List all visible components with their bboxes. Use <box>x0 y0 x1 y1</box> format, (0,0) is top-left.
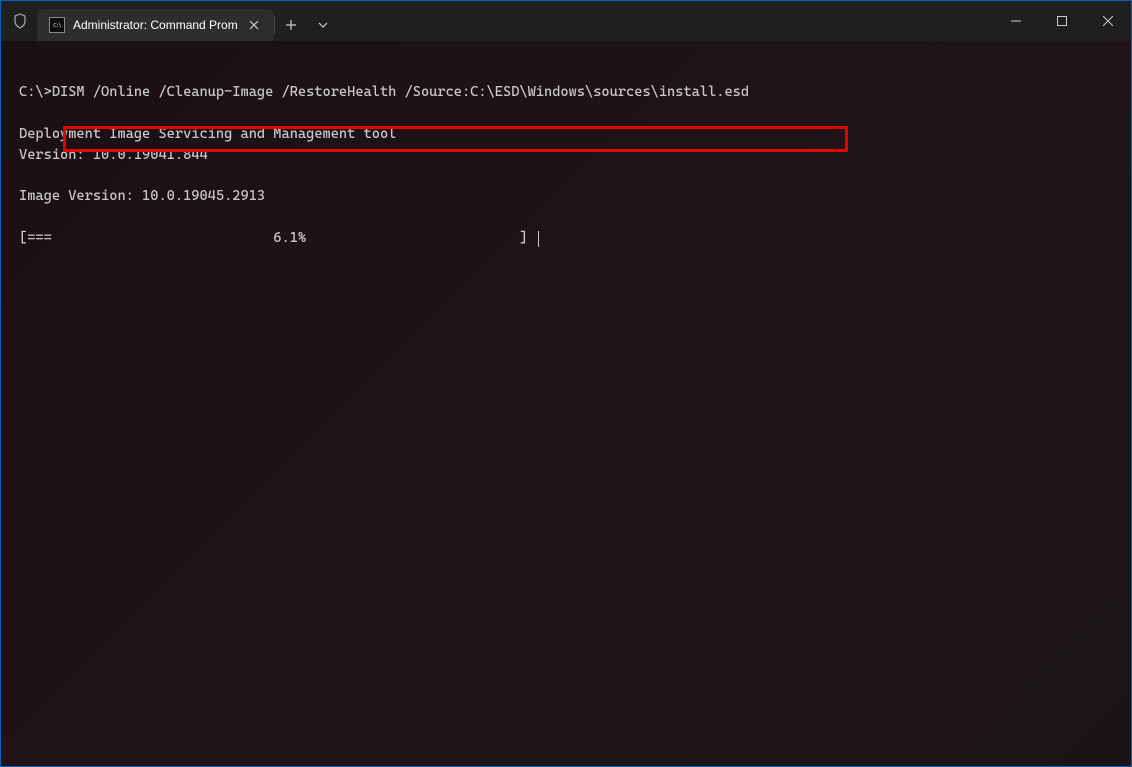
titlebar[interactable]: C:\ Administrator: Command Prom <box>1 1 1131 41</box>
terminal-content[interactable]: C:\>DISM /Online /Cleanup-Image /Restore… <box>1 41 1131 766</box>
output-line: Deployment Image Servicing and Managemen… <box>19 125 1113 144</box>
tab-close-button[interactable] <box>246 17 262 33</box>
new-tab-button[interactable] <box>275 9 307 41</box>
progress-line: [=== 6.1% ] <box>19 229 1113 248</box>
cursor-icon <box>538 231 539 247</box>
tab-dropdown-button[interactable] <box>307 9 339 41</box>
tab-active[interactable]: C:\ Administrator: Command Prom <box>37 9 274 41</box>
cmd-icon: C:\ <box>49 17 65 33</box>
progress-text: [=== 6.1% ] <box>19 230 536 246</box>
output-line: Image Version: 10.0.19045.2913 <box>19 187 1113 206</box>
tab-operations <box>274 9 339 41</box>
tab-title: Administrator: Command Prom <box>73 18 238 32</box>
blank-line <box>19 208 1113 227</box>
blank-line <box>19 167 1113 186</box>
shield-icon <box>11 12 29 30</box>
terminal-window: C:\ Administrator: Command Prom <box>0 0 1132 767</box>
command-text: DISM /Online /Cleanup-Image /RestoreHeal… <box>52 84 749 100</box>
prompt-text: C:\> <box>19 84 52 100</box>
blank-line <box>19 104 1113 123</box>
command-line: C:\>DISM /Online /Cleanup-Image /Restore… <box>19 83 1113 102</box>
minimize-button[interactable] <box>993 1 1039 41</box>
maximize-button[interactable] <box>1039 1 1085 41</box>
window-controls <box>993 1 1131 41</box>
close-button[interactable] <box>1085 1 1131 41</box>
output-line: Version: 10.0.19041.844 <box>19 146 1113 165</box>
